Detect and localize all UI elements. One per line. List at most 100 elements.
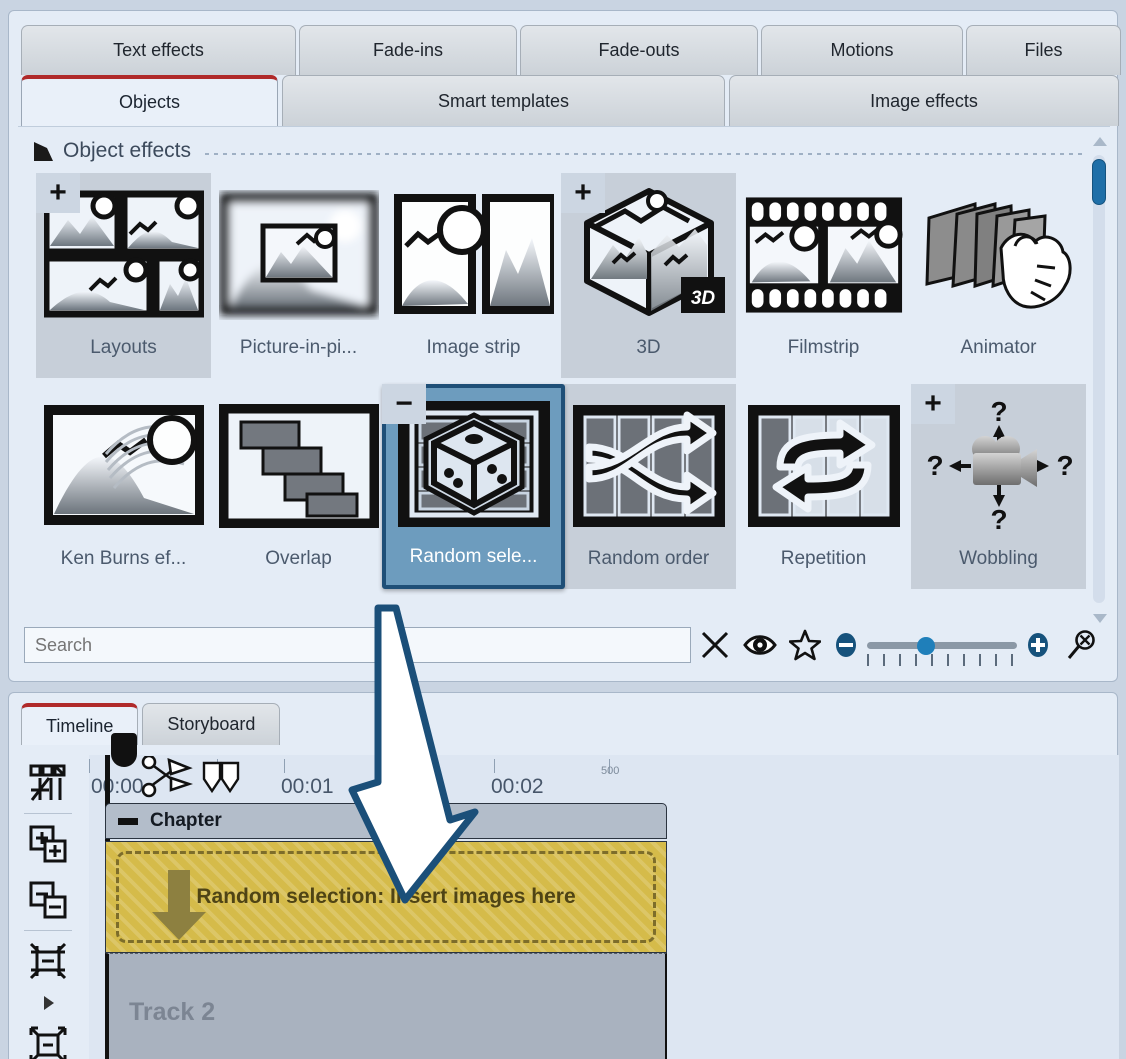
ruler-label: 00:00 (91, 775, 144, 799)
section-title: Object effects (63, 139, 191, 163)
tab-smart-templates[interactable]: Smart templates (282, 75, 725, 126)
scrollbar-thumb[interactable] (1092, 159, 1106, 205)
star-icon[interactable] (784, 625, 827, 665)
fit-all-icon[interactable] (17, 1017, 79, 1059)
collapse-triangle-icon[interactable] (34, 142, 53, 161)
tab-label: Objects (119, 92, 180, 113)
ruler-minor-label: 00 (403, 765, 415, 777)
playhead-handle[interactable] (111, 733, 137, 767)
effect-tile-ken-burns[interactable]: Ken Burns ef... (36, 384, 211, 589)
section-header[interactable]: Object effects (34, 139, 1084, 163)
ken-burns-icon (44, 396, 204, 536)
magnifier-reset-icon[interactable] (1061, 625, 1104, 665)
timeline-ruler[interactable]: 5 00 500 00:00 00:01 00:02 (89, 755, 1119, 803)
effect-label: 3D (636, 337, 660, 359)
search-input[interactable] (24, 627, 691, 663)
effect-tile-filmstrip[interactable]: Filmstrip (736, 173, 911, 378)
svg-text:?: ? (926, 450, 943, 481)
tab-label: Motions (830, 40, 893, 61)
zoom-control (833, 632, 1051, 658)
ruler-minor-label: 500 (601, 765, 619, 777)
add-badge-icon[interactable]: + (911, 384, 955, 424)
remove-track-icon[interactable] (17, 872, 79, 928)
tab-image-effects[interactable]: Image effects (729, 75, 1119, 126)
tab-label: Files (1024, 40, 1062, 61)
effects-content: Object effects + (18, 126, 1110, 626)
shuffle-arrows-icon (569, 396, 729, 536)
add-badge-icon[interactable]: + (36, 173, 80, 213)
chapter-bar[interactable]: Chapter (105, 803, 667, 839)
effect-label: Repetition (781, 548, 867, 570)
tab-objects[interactable]: Objects (21, 75, 278, 126)
tab-fade-ins[interactable]: Fade-ins (299, 25, 517, 75)
range-marker-icon[interactable] (201, 761, 241, 795)
repeat-arrows-icon (744, 396, 904, 536)
effect-tile-3d[interactable]: + (561, 173, 736, 378)
eye-icon[interactable] (739, 625, 782, 665)
scrollbar-track[interactable] (1093, 155, 1105, 603)
effects-scrollbar[interactable] (1089, 133, 1109, 627)
effect-label: Layouts (90, 337, 157, 359)
effect-subcategory-tabs: Objects Smart templates Image effects (21, 75, 1123, 126)
effect-tile-layouts[interactable]: + (36, 173, 211, 378)
tab-files[interactable]: Files (966, 25, 1121, 75)
effect-tile-animator[interactable]: Animator (911, 173, 1086, 378)
timeline-canvas[interactable]: 5 00 500 00:00 00:01 00:02 (89, 755, 1119, 1059)
tab-storyboard[interactable]: Storyboard (142, 703, 280, 745)
effect-tile-repetition[interactable]: Repetition (736, 384, 911, 589)
expand-arrow-icon[interactable] (17, 989, 79, 1017)
tab-label: Smart templates (438, 91, 569, 112)
effects-grid: + (36, 173, 1086, 589)
filmstrip-icon (744, 185, 904, 325)
effect-tile-wobbling[interactable]: + ? ? ? ? (911, 384, 1086, 589)
effect-label: Wobbling (959, 548, 1038, 570)
random-selection-dropzone[interactable]: Random selection: Insert images here (105, 841, 667, 953)
track-2[interactable]: Track 2 (105, 953, 667, 1059)
fit-height-icon[interactable] (17, 933, 79, 989)
svg-text:?: ? (990, 399, 1007, 427)
effects-row: Ken Burns ef... (36, 384, 1086, 589)
effect-label: Picture-in-pi... (240, 337, 357, 359)
minus-icon[interactable] (118, 818, 138, 825)
effect-label: Animator (960, 337, 1036, 359)
timeline-panel: Timeline Storyboard (8, 692, 1118, 1059)
plus-circle-icon[interactable] (1025, 632, 1051, 658)
effect-tile-overlap[interactable]: Overlap (211, 384, 386, 589)
timeline-body: 5 00 500 00:00 00:01 00:02 (9, 755, 1119, 1059)
tab-text-effects[interactable]: Text effects (21, 25, 296, 75)
add-badge-icon[interactable]: + (561, 173, 605, 213)
dropzone-label: Random selection: Insert images here (106, 842, 666, 952)
effect-label: Random order (588, 548, 709, 570)
scissors-icon[interactable] (141, 756, 193, 800)
tab-motions[interactable]: Motions (761, 25, 963, 75)
zoom-slider-ticks (867, 654, 1025, 666)
divider (24, 930, 72, 931)
svg-text:?: ? (1056, 450, 1073, 481)
add-track-icon[interactable] (17, 816, 79, 872)
track-label: Track 2 (129, 998, 215, 1027)
svg-text:3D: 3D (690, 288, 715, 309)
effects-row: + (36, 173, 1086, 378)
effect-tile-image-strip[interactable]: Image strip (386, 173, 561, 378)
effect-tile-picture-in-picture[interactable]: Picture-in-pi... (211, 173, 386, 378)
effects-panel: Text effects Fade-ins Fade-outs Motions … (8, 10, 1118, 682)
scroll-up-arrow-icon[interactable] (1093, 137, 1107, 146)
tab-label: Timeline (46, 716, 113, 737)
tab-label: Fade-ins (373, 40, 443, 61)
timeline-toolbar (17, 755, 79, 1059)
remove-badge-icon[interactable]: − (382, 384, 426, 424)
tab-label: Fade-outs (598, 40, 679, 61)
effect-label: Filmstrip (788, 337, 860, 359)
image-strip-icon (394, 185, 554, 325)
effect-tile-random-selection[interactable]: − (382, 384, 565, 589)
effect-label: Image strip (427, 337, 521, 359)
zoom-slider-track[interactable] (867, 642, 1017, 649)
timeline-mode-icon[interactable] (17, 755, 79, 811)
minus-circle-icon[interactable] (833, 632, 859, 658)
clear-search-button[interactable] (693, 625, 736, 665)
app-root: Text effects Fade-ins Fade-outs Motions … (0, 0, 1126, 1059)
tab-fade-outs[interactable]: Fade-outs (520, 25, 758, 75)
zoom-slider-knob[interactable] (917, 637, 935, 655)
effect-label: Random sele... (410, 546, 538, 568)
effect-tile-random-order[interactable]: Random order (561, 384, 736, 589)
